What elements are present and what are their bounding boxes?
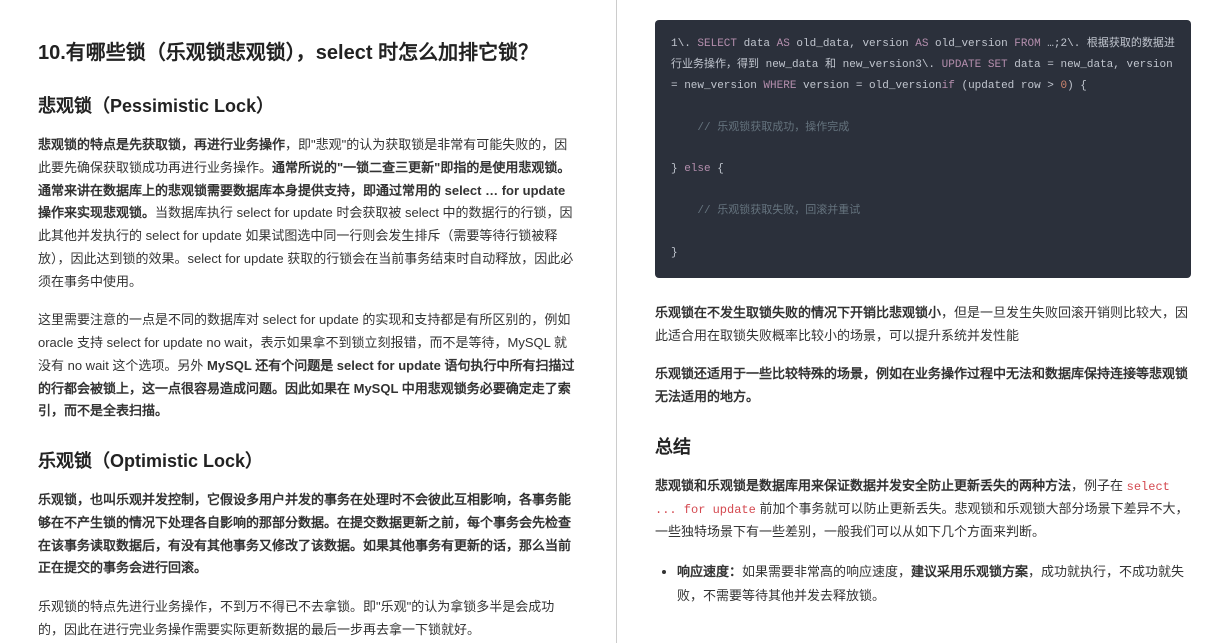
code-keyword: UPDATE bbox=[942, 59, 982, 71]
question-title: 10.有哪些锁（乐观锁悲观锁），select 时怎么加排它锁？ bbox=[38, 38, 578, 68]
code-keyword: WHERE bbox=[763, 80, 796, 92]
code-keyword: if bbox=[942, 80, 955, 92]
code-text: data bbox=[737, 38, 777, 50]
code-text: ) { bbox=[1067, 80, 1087, 92]
bold-text: 悲观锁和乐观锁是数据库用来保证数据并发安全防止更新丢失的两种方法 bbox=[655, 478, 1071, 493]
code-text: { bbox=[711, 163, 724, 175]
bold-text: 乐观锁在不发生取锁失败的情况下开销比悲观锁小 bbox=[655, 305, 941, 320]
code-comment: // 乐观锁获取成功，操作完成 bbox=[697, 122, 849, 134]
code-block: 1\. SELECT data AS old_data, version AS … bbox=[655, 20, 1191, 278]
code-text: old_data, version bbox=[790, 38, 915, 50]
right-para-2: 乐观锁还适用于一些比较特殊的场景，例如在业务操作过程中无法和数据库保持连接等悲观… bbox=[655, 363, 1191, 409]
summary-para-1: 悲观锁和乐观锁是数据库用来保证数据并发安全防止更新丢失的两种方法，例子在 sel… bbox=[655, 475, 1191, 544]
code-text: } bbox=[671, 163, 684, 175]
pessimistic-heading: 悲观锁（Pessimistic Lock） bbox=[38, 92, 578, 118]
right-para-1: 乐观锁在不发生取锁失败的情况下开销比悲观锁小，但是一旦发生失败回滚开销则比较大，… bbox=[655, 302, 1191, 348]
code-text: 2\. bbox=[1061, 38, 1087, 50]
optimistic-para-2: 乐观锁的特点先进行业务操作，不到万不得已不去拿锁。即"乐观"的认为拿锁多半是会成… bbox=[38, 596, 578, 642]
bold-text: 乐观锁，也叫乐观并发控制，它假设多用户并发的事务在处理时不会彼此互相影响，各事务… bbox=[38, 492, 571, 575]
code-text: …; bbox=[1041, 38, 1061, 50]
list-item: 响应速度：如果需要非常高的响应速度，建议采用乐观锁方案，成功就执行，不成功就失败… bbox=[677, 560, 1191, 609]
pessimistic-para-1: 悲观锁的特点是先获取锁，再进行业务操作，即"悲观"的认为获取锁是非常有可能失败的… bbox=[38, 134, 578, 293]
left-column: 10.有哪些锁（乐观锁悲观锁），select 时怎么加排它锁？ 悲观锁（Pess… bbox=[0, 0, 617, 643]
code-keyword: AS bbox=[915, 38, 928, 50]
code-keyword: SELECT bbox=[697, 38, 737, 50]
code-keyword: else bbox=[684, 163, 710, 175]
right-column: 1\. SELECT data AS old_data, version AS … bbox=[617, 0, 1229, 643]
summary-list: 响应速度：如果需要非常高的响应速度，建议采用乐观锁方案，成功就执行，不成功就失败… bbox=[655, 560, 1191, 609]
summary-heading: 总结 bbox=[655, 433, 1191, 459]
code-text: version = old_version bbox=[796, 80, 941, 92]
bold-text: 响应速度： bbox=[677, 564, 742, 579]
code-keyword: AS bbox=[777, 38, 790, 50]
code-text: } bbox=[671, 247, 678, 259]
code-text: (updated row > bbox=[955, 80, 1061, 92]
code-text: 3\. bbox=[915, 59, 941, 71]
code-text: old_version bbox=[928, 38, 1014, 50]
bold-text: 乐观锁还适用于一些比较特殊的场景，例如在业务操作过程中无法和数据库保持连接等悲观… bbox=[655, 366, 1188, 404]
bold-text: 建议采用乐观锁方案 bbox=[911, 564, 1028, 579]
code-text: 1\. bbox=[671, 38, 697, 50]
bold-text: 悲观锁的特点是先获取锁，再进行业务操作 bbox=[38, 137, 285, 152]
code-comment: // 乐观锁获取失败，回滚并重试 bbox=[697, 205, 860, 217]
code-keyword: FROM bbox=[1014, 38, 1040, 50]
pessimistic-para-2: 这里需要注意的一点是不同的数据库对 select for update 的实现和… bbox=[38, 309, 578, 423]
optimistic-heading: 乐观锁（Optimistic Lock） bbox=[38, 447, 578, 473]
text: ，例子在 bbox=[1071, 478, 1127, 493]
text: 如果需要非常高的响应速度， bbox=[742, 564, 911, 579]
code-keyword: SET bbox=[981, 59, 1007, 71]
optimistic-para-1: 乐观锁，也叫乐观并发控制，它假设多用户并发的事务在处理时不会彼此互相影响，各事务… bbox=[38, 489, 578, 580]
